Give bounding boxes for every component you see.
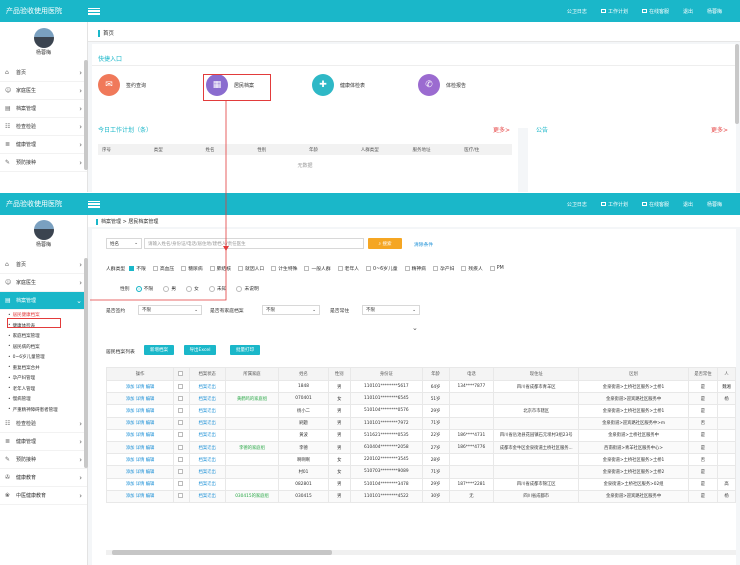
annotation-arrow	[90, 101, 229, 301]
